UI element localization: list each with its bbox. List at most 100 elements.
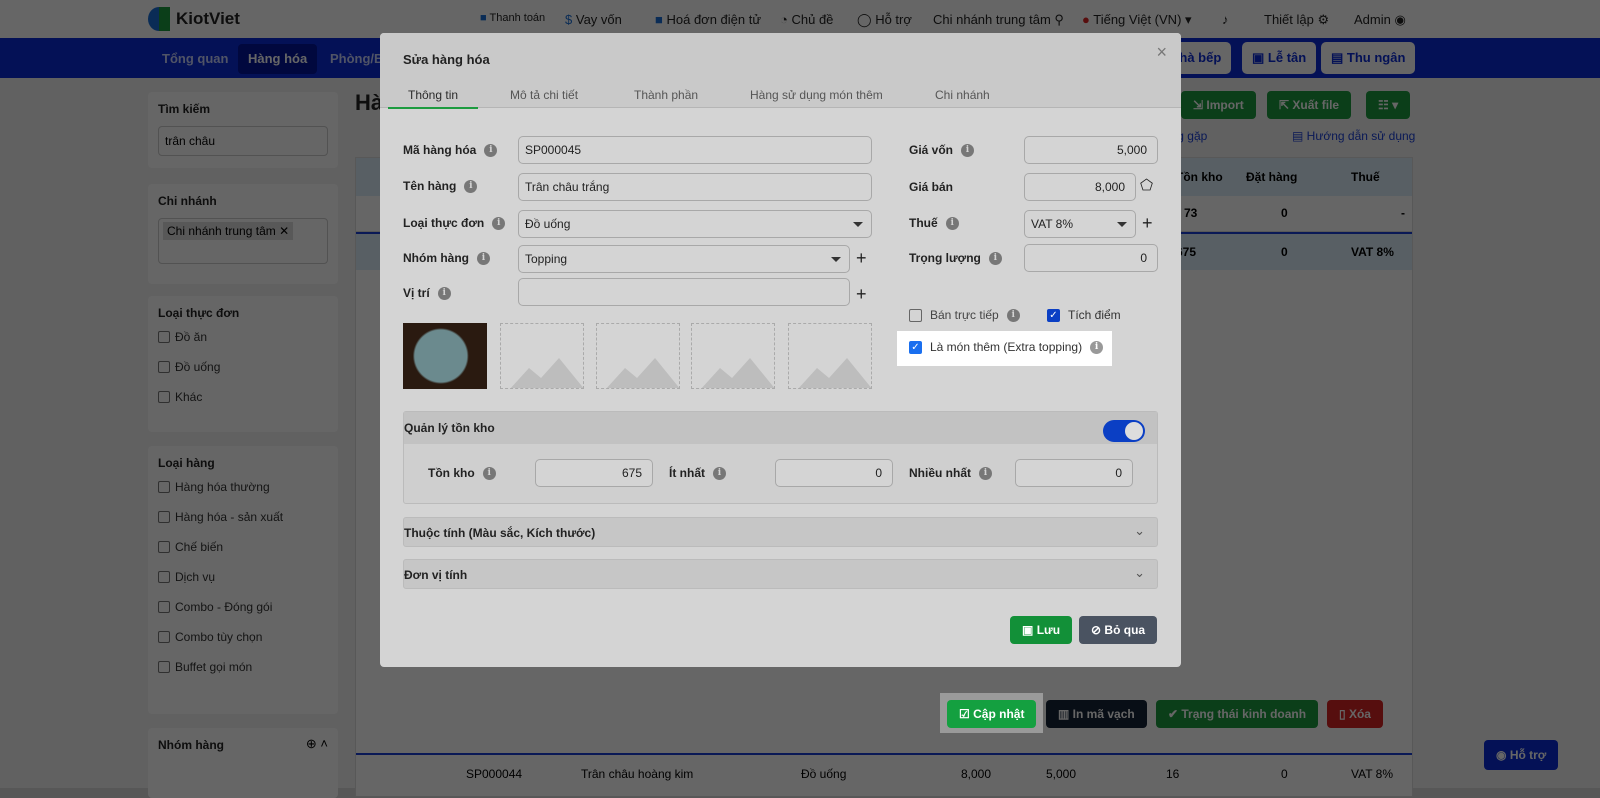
inventory-section: Quản lý tồn kho Tồn kho i 675 Ít nhất i 0 … [403, 411, 1158, 504]
image-placeholder[interactable] [596, 323, 680, 389]
save-icon: ▣ [1022, 623, 1034, 637]
nav-products[interactable]: Hàng hóa [238, 44, 318, 74]
product-type-option[interactable]: Dịch vụ [158, 570, 328, 584]
image-placeholder[interactable] [500, 323, 584, 389]
tab-description[interactable]: Mô tả chi tiết [510, 88, 578, 102]
support-chat-button[interactable]: ◉ Hỗ trợ [1484, 740, 1559, 770]
product-type-option[interactable]: Hàng hóa - sản xuất [158, 510, 328, 524]
attributes-section[interactable]: Thuộc tính (Màu sắc, Kích thước) ⌄ [403, 517, 1158, 547]
cancel-icon: ⊘ [1091, 623, 1102, 637]
points-checkbox[interactable]: ✓ Tích điểm [1047, 308, 1121, 322]
theme-link[interactable]: ◔ Chủ đề [780, 12, 833, 27]
business-status-button[interactable]: ✔ Trạng thái kinh doanh [1156, 700, 1319, 728]
info-icon: i [477, 251, 490, 265]
code-label: Mã hàng hóa i [403, 143, 498, 157]
delete-button[interactable]: ▯ Xóa [1327, 700, 1383, 728]
product-type-option[interactable]: Chế biến [158, 540, 328, 554]
save-button[interactable]: ▣ Lưu [1010, 616, 1073, 644]
branch-tag[interactable]: Chi nhánh trung tâm ✕ [163, 222, 294, 240]
min-stock-label: Ít nhất i [669, 466, 726, 480]
reception-button[interactable]: ▣ Lễ tân [1242, 42, 1317, 74]
trash-icon: ▯ [1339, 707, 1346, 721]
tab-info[interactable]: Thông tin [388, 88, 479, 109]
product-type-panel: Loại hàng Hàng hóa thường Hàng hóa - sản… [148, 446, 338, 714]
product-image[interactable] [403, 323, 487, 389]
check-icon: ✓ [1047, 308, 1060, 322]
tab-branch[interactable]: Chi nhánh [935, 88, 990, 102]
table-row[interactable]: SP000044 Trân châu hoàng kim Đồ uống 8,0… [356, 753, 1412, 793]
info-icon: i [713, 466, 726, 480]
location-pin-icon: ⚲ [1054, 12, 1064, 27]
direct-sale-checkbox[interactable]: Bán trực tiếp i [909, 308, 1020, 322]
menu-type-option[interactable]: Đồ ăn [158, 330, 328, 344]
palette-icon: ◔ [780, 12, 788, 27]
price-label: Giá bán [909, 180, 954, 194]
language-selector[interactable]: ● Tiếng Việt (VN) ▾ [1082, 12, 1192, 28]
product-type-option[interactable]: Combo - Đóng gói [158, 600, 328, 614]
info-icon: i [492, 216, 506, 230]
info-icon: i [482, 466, 496, 480]
kiotviet-logo-icon [148, 7, 170, 31]
location-input[interactable] [518, 278, 850, 306]
product-type-option[interactable]: Buffet gọi món [158, 660, 328, 674]
import-button[interactable]: ⇲ Import [1181, 91, 1256, 119]
add-group-icon[interactable]: + [856, 249, 867, 267]
info-icon: i [988, 251, 1002, 265]
bell-icon[interactable]: ♪ [1222, 12, 1229, 27]
tab-extra-usage[interactable]: Hàng sử dụng món thêm [750, 88, 883, 102]
cashier-button[interactable]: ▤ Thu ngân [1321, 42, 1416, 74]
branch-selector[interactable]: Chi nhánh trung tâm ⚲ [933, 12, 1064, 28]
branch-filter[interactable]: Chi nhánh trung tâm ✕ [158, 218, 328, 264]
name-input[interactable]: Trân châu trắng [518, 173, 872, 201]
export-button[interactable]: ⇱ Xuất file [1267, 91, 1352, 119]
e-invoice-link[interactable]: ■ Hoá đơn điện tử [655, 12, 761, 27]
stock-input[interactable]: 675 [535, 459, 653, 487]
column-toggle-button[interactable]: ☷ ▾ [1366, 91, 1411, 119]
max-stock-input[interactable]: 0 [1015, 459, 1133, 487]
menu-type-option[interactable]: Khác [158, 390, 328, 404]
loan-link[interactable]: $ Vay vốn [565, 12, 622, 27]
settings-link[interactable]: Thiết lập ⚙ [1264, 12, 1329, 28]
tab-components[interactable]: Thành phần [634, 88, 698, 102]
payment-link[interactable]: ■ Thanh toán [480, 12, 545, 24]
image-icon [510, 358, 583, 388]
group-select[interactable]: Topping [518, 245, 850, 273]
search-input[interactable]: trân châu [158, 126, 328, 156]
calendar-icon: ▣ [1252, 50, 1265, 65]
cancel-button[interactable]: ⊘ Bỏ qua [1079, 616, 1158, 644]
price-tag-icon[interactable]: ⬠ [1140, 177, 1153, 195]
product-type-option[interactable]: Hàng hóa thường [158, 480, 328, 494]
info-icon: i [979, 466, 992, 480]
min-stock-input[interactable]: 0 [775, 459, 893, 487]
image-placeholder[interactable] [691, 323, 775, 389]
menu-type-select[interactable]: Đồ uống [518, 210, 872, 238]
add-tax-icon[interactable]: + [1142, 214, 1153, 232]
location-label: Vị trí i [403, 286, 451, 300]
logo[interactable]: KiotViet [148, 7, 240, 31]
add-group-icon[interactable]: ⊕ ˄ [306, 736, 328, 752]
export-icon: ⇱ [1279, 98, 1290, 112]
product-type-option[interactable]: Combo tùy chọn [158, 630, 328, 644]
print-barcode-button[interactable]: ▥ In mã vạch [1046, 700, 1147, 728]
tax-select[interactable]: VAT 8% [1024, 210, 1136, 238]
branch-panel: Chi nhánh Chi nhánh trung tâm ✕ [148, 184, 338, 284]
update-button[interactable]: ☑ Cập nhật [947, 700, 1037, 728]
user-menu[interactable]: Admin ◉ [1354, 12, 1406, 28]
menu-type-option[interactable]: Đồ uống [158, 360, 328, 374]
stock-label: Tồn kho i [428, 466, 496, 480]
add-location-icon[interactable]: + [856, 285, 867, 303]
info-icon: i [1090, 340, 1104, 354]
guide-link[interactable]: ▤ Hướng dẫn sử dụng [1292, 129, 1415, 143]
extra-topping-checkbox[interactable]: ✓ Là món thêm (Extra topping) i [909, 340, 1104, 354]
chevron-down-icon: ⌄ [1134, 565, 1145, 580]
image-placeholder[interactable] [788, 323, 872, 389]
nav-overview[interactable]: Tổng quan [152, 44, 238, 74]
inventory-toggle[interactable] [1103, 420, 1145, 442]
cost-input[interactable]: 5,000 [1024, 136, 1158, 164]
code-input[interactable]: SP000045 [518, 136, 872, 164]
weight-input[interactable]: 0 [1024, 244, 1158, 272]
search-panel: Tìm kiếm trân châu [148, 92, 338, 168]
close-icon[interactable]: × [1156, 42, 1167, 63]
units-section[interactable]: Đơn vị tính ⌄ [403, 559, 1158, 589]
price-input[interactable]: 8,000 [1024, 173, 1136, 201]
